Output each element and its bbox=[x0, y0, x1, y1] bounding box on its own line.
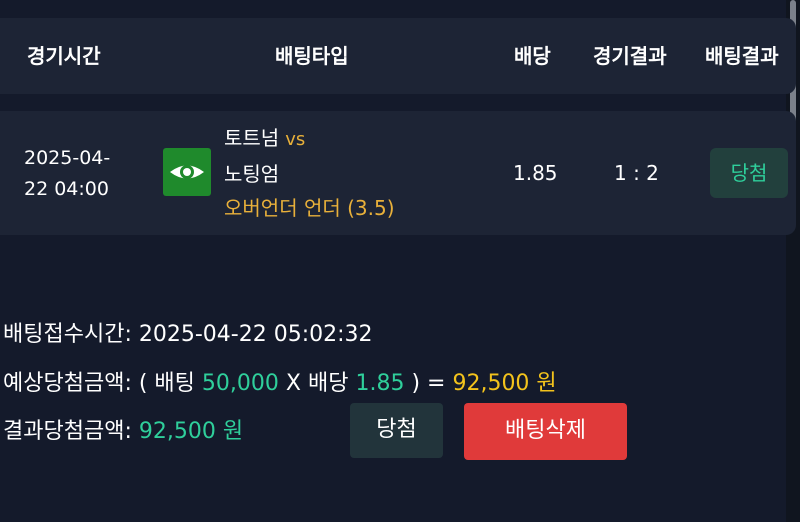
result-badge: 당첨 bbox=[710, 148, 788, 198]
summary-odds: 1.85 bbox=[355, 371, 405, 396]
delete-bet-button[interactable]: 배팅삭제 bbox=[464, 403, 627, 460]
header-odds: 배당 bbox=[514, 44, 551, 68]
header-bet-type: 배팅타입 bbox=[275, 44, 349, 68]
expected-amount-line: 예상당첨금액: ( 배팅 50,000 X 배당 1.85 ) = 92,500… bbox=[3, 365, 557, 397]
home-team: 토트넘 bbox=[224, 126, 280, 150]
bet-selection: 오버언더 언더 (3.5) bbox=[224, 196, 395, 220]
away-team: 노팅엄 bbox=[224, 162, 280, 186]
header-game-time: 경기시간 bbox=[27, 44, 101, 68]
header-game-result: 경기결과 bbox=[593, 44, 667, 68]
received-time-value: 2025-04-22 05:02:32 bbox=[138, 322, 373, 347]
game-hour: 22 04:00 bbox=[24, 178, 109, 200]
result-amount-value: 92,500 원 bbox=[138, 419, 244, 444]
eye-icon bbox=[163, 148, 211, 196]
teams-line: 토트넘 vs bbox=[224, 121, 395, 157]
received-time-line: 배팅접수시간: 2025-04-22 05:02:32 bbox=[3, 316, 373, 348]
expected-amount-label: 예상당첨금액: bbox=[3, 371, 132, 396]
game-time: 2025-04- 22 04:00 bbox=[24, 143, 144, 205]
result-amount-label: 결과당첨금액: bbox=[3, 419, 132, 444]
game-score: 1 : 2 bbox=[614, 161, 659, 185]
game-date: 2025-04- bbox=[24, 147, 111, 169]
bet-row: 2025-04- 22 04:00 토트넘 vs 노팅엄 오버언더 언더 (3.5… bbox=[0, 111, 796, 235]
bet-amount: 50,000 bbox=[201, 371, 279, 396]
header-bet-result: 배팅결과 bbox=[705, 44, 779, 68]
odds-value: 1.85 bbox=[513, 161, 558, 185]
times-odds-label: X 배당 bbox=[285, 371, 349, 396]
result-amount-line: 결과당첨금액: 92,500 원 bbox=[3, 413, 243, 445]
vs-label: vs bbox=[285, 129, 306, 150]
close-paren: ) = bbox=[411, 371, 446, 396]
received-time-label: 배팅접수시간: bbox=[3, 322, 132, 347]
win-button[interactable]: 당첨 bbox=[350, 403, 443, 458]
bet-type-cell: 토트넘 vs 노팅엄 오버언더 언더 (3.5) bbox=[224, 121, 395, 225]
expected-total: 92,500 원 bbox=[452, 371, 557, 396]
table-header: 경기시간 배팅타입 배당 경기결과 배팅결과 bbox=[0, 18, 796, 94]
bet-open-paren: ( 배팅 bbox=[138, 371, 195, 396]
